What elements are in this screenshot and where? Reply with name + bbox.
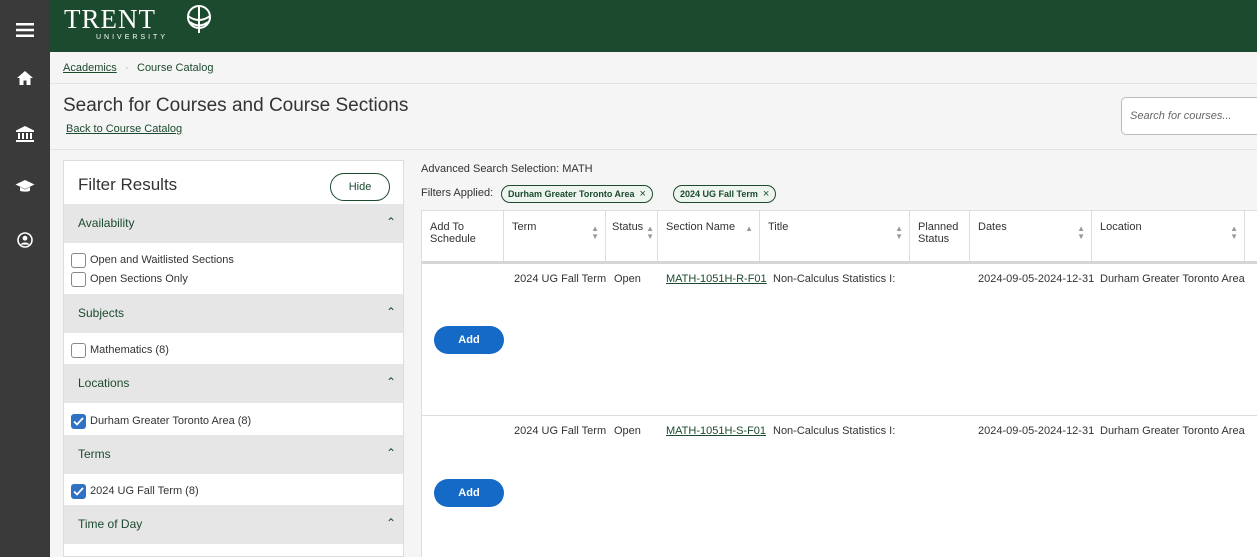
section-label: Time of Day bbox=[78, 517, 143, 531]
section-link[interactable]: MATH-1051H-R-F01 bbox=[666, 273, 767, 285]
subjects-section-header[interactable]: Subjects ⌃ bbox=[64, 294, 403, 333]
filter-option[interactable]: Open and Waitlisted Sections bbox=[71, 251, 234, 269]
graduation-cap-icon[interactable] bbox=[0, 174, 50, 198]
column-header-status[interactable]: Status ▲ ▼ bbox=[606, 211, 658, 261]
chevron-up-icon: ⌃ bbox=[386, 215, 397, 229]
logo-emblem-icon bbox=[184, 4, 214, 37]
section-link[interactable]: MATH-1051H-S-F01 bbox=[666, 425, 766, 437]
checkbox[interactable] bbox=[71, 342, 86, 358]
logo-wordmark: TRENT bbox=[64, 4, 156, 34]
checkbox[interactable] bbox=[71, 271, 86, 287]
filters-applied-label: Filters Applied: bbox=[421, 187, 494, 199]
column-header-section-name[interactable]: Section Name ▲ bbox=[658, 211, 760, 261]
trent-logo[interactable]: TRENT UNIVERSITY bbox=[64, 4, 211, 41]
column-header-planned-status: Planned Status bbox=[910, 211, 970, 261]
breadcrumb-separator: · bbox=[125, 62, 129, 74]
breadcrumb-academics-link[interactable]: Academics bbox=[63, 62, 117, 74]
title-cell: Non-Calculus Statistics I: bbox=[773, 273, 896, 285]
back-to-catalog-link[interactable]: Back to Course Catalog bbox=[66, 123, 182, 135]
sort-icon: ▲ ▼ bbox=[591, 224, 599, 241]
section-label: Subjects bbox=[78, 306, 125, 320]
sort-icon: ▲ ▼ bbox=[1230, 224, 1238, 241]
filter-chip[interactable]: 2024 UG Fall Term × bbox=[673, 185, 777, 203]
chevron-up-icon: ⌃ bbox=[386, 375, 397, 389]
dates-cell: 2024-09-05-2024-12-31 bbox=[978, 273, 1095, 285]
bank-icon[interactable] bbox=[0, 122, 50, 146]
option-label: Mathematics (8) bbox=[90, 344, 169, 356]
filter-option[interactable]: Durham Greater Toronto Area (8) bbox=[71, 412, 251, 430]
column-header-location[interactable]: Location ▲ ▼ bbox=[1092, 211, 1245, 261]
checkbox-checked[interactable] bbox=[71, 483, 86, 499]
option-label: Open Sections Only bbox=[90, 273, 188, 285]
location-cell: Durham Greater Toronto Area bbox=[1100, 425, 1245, 437]
menu-icon[interactable] bbox=[0, 18, 50, 42]
sort-icon: ▲ ▼ bbox=[646, 224, 654, 241]
sort-icon: ▲ ▼ bbox=[1077, 224, 1085, 241]
checkmark-icon bbox=[73, 416, 84, 426]
chip-label: 2024 UG Fall Term bbox=[680, 189, 758, 199]
table-row: 2024 UG Fall Term Open MATH-1051H-S-F01 … bbox=[422, 416, 1257, 557]
course-search-input[interactable]: Search for courses... bbox=[1121, 97, 1257, 135]
locations-section-header[interactable]: Locations ⌃ bbox=[64, 364, 403, 403]
filter-option[interactable]: Mathematics (8) bbox=[71, 341, 169, 359]
title-cell: Non-Calculus Statistics I: bbox=[773, 425, 896, 437]
section-label: Terms bbox=[78, 447, 111, 461]
advanced-search-selection: Advanced Search Selection: MATH bbox=[421, 163, 593, 175]
checkmark-icon bbox=[73, 486, 84, 496]
option-label: Durham Greater Toronto Area (8) bbox=[90, 415, 252, 427]
location-cell: Durham Greater Toronto Area bbox=[1100, 273, 1245, 285]
table-header: Add To Schedule Term ▲ ▼ Status ▲ ▼ Section … bbox=[422, 210, 1257, 264]
option-label: 2024 UG Fall Term (8) bbox=[90, 485, 199, 497]
column-header-dates[interactable]: Dates ▲ ▼ bbox=[970, 211, 1092, 261]
column-header-add: Add To Schedule bbox=[422, 211, 504, 261]
status-cell: Open bbox=[614, 425, 641, 437]
side-rail bbox=[0, 0, 50, 557]
filter-option[interactable]: 2024 UG Fall Term (8) bbox=[71, 482, 199, 500]
filter-chip[interactable]: Durham Greater Toronto Area × bbox=[501, 185, 653, 203]
results-table: Add To Schedule Term ▲ ▼ Status ▲ ▼ Section … bbox=[421, 210, 1257, 557]
chevron-up-icon: ⌃ bbox=[386, 446, 397, 460]
checkbox[interactable] bbox=[71, 252, 86, 268]
page-header: Search for Courses and Course Sections B… bbox=[50, 84, 1257, 150]
availability-section-header[interactable]: Availability ⌃ bbox=[64, 204, 403, 243]
status-cell: Open bbox=[614, 273, 641, 285]
top-bar: TRENT UNIVERSITY bbox=[50, 0, 1257, 52]
breadcrumb-current: Course Catalog bbox=[137, 62, 214, 74]
column-header-term[interactable]: Term ▲ ▼ bbox=[504, 211, 606, 261]
chip-label: Durham Greater Toronto Area bbox=[508, 189, 635, 199]
column-header-title[interactable]: Title ▲ ▼ bbox=[760, 211, 910, 261]
term-cell: 2024 UG Fall Term bbox=[514, 273, 607, 285]
section-label: Locations bbox=[78, 376, 130, 390]
add-button[interactable]: Add bbox=[434, 326, 504, 354]
sort-icon: ▲ bbox=[745, 224, 753, 233]
dates-cell: 2024-09-05-2024-12-31 bbox=[978, 425, 1095, 437]
chevron-up-icon: ⌃ bbox=[386, 516, 397, 530]
table-row: 2024 UG Fall Term Open MATH-1051H-R-F01 … bbox=[422, 264, 1257, 416]
user-icon[interactable] bbox=[0, 228, 50, 252]
checkbox-checked[interactable] bbox=[71, 413, 86, 429]
filter-panel: Filter Results Hide Availability ⌃ Open … bbox=[63, 160, 404, 557]
filter-option[interactable]: Open Sections Only bbox=[71, 270, 188, 288]
logo-subtitle: UNIVERSITY bbox=[96, 34, 169, 41]
option-label: Open and Waitlisted Sections bbox=[90, 254, 234, 266]
page-title: Search for Courses and Course Sections bbox=[63, 95, 409, 116]
chevron-up-icon: ⌃ bbox=[386, 305, 397, 319]
breadcrumb: Academics · Course Catalog bbox=[50, 52, 1257, 84]
close-icon[interactable]: × bbox=[763, 188, 769, 200]
sort-icon: ▲ ▼ bbox=[895, 224, 903, 241]
time-of-day-section-header[interactable]: Time of Day ⌃ bbox=[64, 505, 403, 544]
close-icon[interactable]: × bbox=[640, 188, 646, 200]
home-icon[interactable] bbox=[0, 66, 50, 90]
term-cell: 2024 UG Fall Term bbox=[514, 425, 607, 437]
add-button[interactable]: Add bbox=[434, 479, 504, 507]
terms-section-header[interactable]: Terms ⌃ bbox=[64, 435, 403, 474]
hide-filters-button[interactable]: Hide bbox=[330, 173, 390, 201]
filter-title: Filter Results bbox=[78, 175, 178, 194]
section-label: Availability bbox=[78, 216, 135, 230]
